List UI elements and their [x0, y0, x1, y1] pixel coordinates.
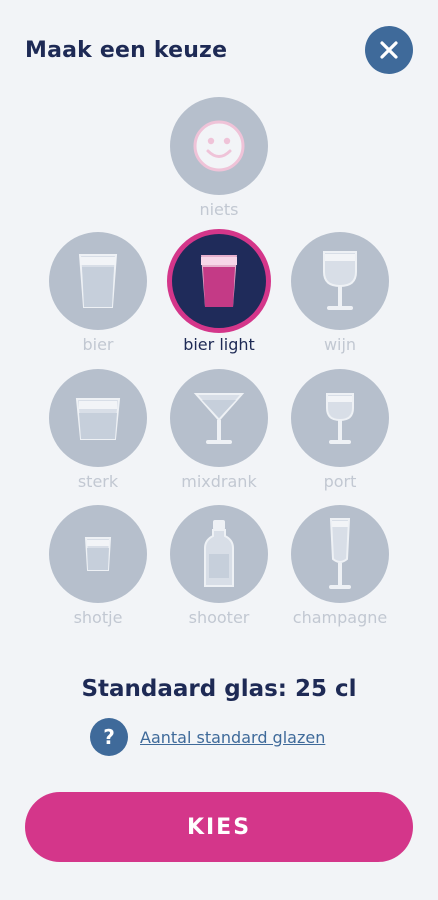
option-label: niets [199, 200, 239, 219]
kies-button[interactable]: KIES [25, 792, 413, 862]
option-label: port [323, 472, 357, 491]
beer-glass-icon [78, 254, 118, 308]
bottle-icon [204, 520, 234, 587]
champagne-flute-icon [329, 518, 351, 589]
cocktail-glass-icon [193, 393, 245, 444]
option-circle [49, 232, 147, 330]
smiley-icon [193, 120, 245, 172]
drink-options-grid: niets bier bier light wijn sterk mixdran… [0, 0, 438, 640]
option-champagne[interactable]: champagne [280, 505, 400, 645]
standard-glasses-link[interactable]: Aantal standard glazen [140, 728, 325, 747]
option-label: shooter [188, 608, 250, 627]
option-circle [170, 369, 268, 467]
option-circle [49, 369, 147, 467]
option-shooter[interactable]: shooter [159, 505, 279, 645]
option-circle [291, 505, 389, 603]
option-shotje[interactable]: shotje [38, 505, 158, 645]
option-circle [170, 505, 268, 603]
option-bier[interactable]: bier [38, 232, 158, 372]
option-circle [49, 505, 147, 603]
option-port[interactable]: port [280, 369, 400, 509]
option-circle [167, 229, 271, 333]
option-mixdrank[interactable]: mixdrank [159, 369, 279, 509]
option-label: bier [82, 335, 114, 354]
port-glass-icon [326, 393, 354, 444]
option-wijn[interactable]: wijn [280, 232, 400, 372]
option-niets[interactable]: niets [159, 97, 279, 237]
option-circle [170, 97, 268, 195]
wine-glass-icon [323, 251, 357, 310]
option-circle [291, 369, 389, 467]
help-row: ? Aantal standard glazen [90, 717, 325, 757]
standard-glass-text: Standaard glas: 25 cl [81, 676, 357, 702]
option-label: champagne [292, 608, 388, 627]
option-label: sterk [77, 472, 119, 491]
option-sterk[interactable]: sterk [38, 369, 158, 509]
option-bier-light[interactable]: bier light [159, 229, 279, 372]
option-label: wijn [323, 335, 357, 354]
option-label: mixdrank [181, 472, 257, 491]
help-icon[interactable]: ? [90, 718, 128, 756]
option-circle [291, 232, 389, 330]
beer-glass-icon [201, 255, 237, 307]
option-label: bier light [183, 335, 255, 354]
tumbler-icon [75, 398, 121, 440]
shot-glass-icon [84, 537, 112, 571]
option-label: shotje [73, 608, 123, 627]
